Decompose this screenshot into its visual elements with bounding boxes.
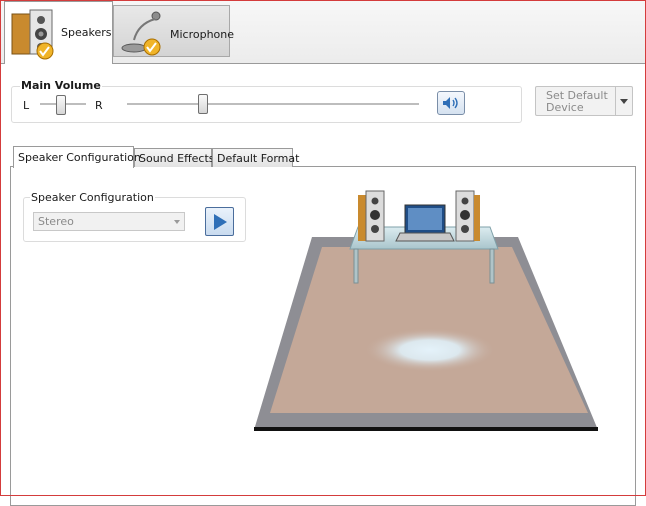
balance-right-label: R — [95, 99, 103, 112]
tab-sound-effects[interactable]: Sound Effects — [134, 148, 215, 167]
set-default-device-button[interactable]: Set Default Device — [535, 86, 616, 116]
balance-slider-thumb[interactable] — [55, 95, 66, 115]
tab-speakers-label: Speakers — [61, 26, 112, 39]
microphone-icon — [121, 11, 161, 56]
tab-speaker-configuration[interactable]: Speaker Configuration — [13, 146, 141, 168]
speakers-icon — [11, 9, 54, 60]
tab-default-format[interactable]: Default Format — [212, 148, 299, 167]
speaker-volume-icon — [443, 97, 458, 109]
balance-left-label: L — [23, 99, 30, 112]
speaker-configuration-select[interactable]: Stereo — [33, 212, 185, 231]
speaker-configuration-group-title: Speaker Configuration — [30, 191, 155, 204]
play-icon — [213, 213, 227, 230]
table-leg — [489, 248, 495, 284]
sweet-spot-glow — [364, 328, 496, 372]
left-speaker-icon — [358, 190, 385, 242]
tab-speakers[interactable]: Speakers — [4, 1, 113, 64]
tab-microphone[interactable]: Microphone — [113, 5, 234, 57]
tab-default-format-label: Default Format — [217, 152, 300, 165]
tab-microphone-label: Microphone — [170, 28, 235, 41]
laptop-icon — [395, 204, 455, 242]
mute-button[interactable] — [437, 91, 465, 115]
room-illustration[interactable] — [250, 185, 610, 435]
speaker-configuration-value: Stereo — [38, 215, 74, 228]
set-default-line2: Device — [546, 101, 584, 114]
room-floor-shadow — [254, 427, 598, 431]
volume-slider-track[interactable] — [127, 103, 419, 106]
set-default-dropdown-button[interactable] — [615, 86, 633, 116]
volume-slider-thumb[interactable] — [197, 94, 208, 114]
chevron-down-icon — [620, 98, 628, 104]
test-play-button[interactable] — [205, 207, 234, 236]
table-leg — [353, 248, 359, 284]
main-volume-title: Main Volume — [20, 79, 102, 92]
tab-speaker-configuration-label: Speaker Configuration — [18, 151, 141, 164]
dropdown-arrow-icon — [174, 220, 180, 224]
right-speaker-icon — [455, 190, 480, 242]
tab-sound-effects-label: Sound Effects — [139, 152, 215, 165]
